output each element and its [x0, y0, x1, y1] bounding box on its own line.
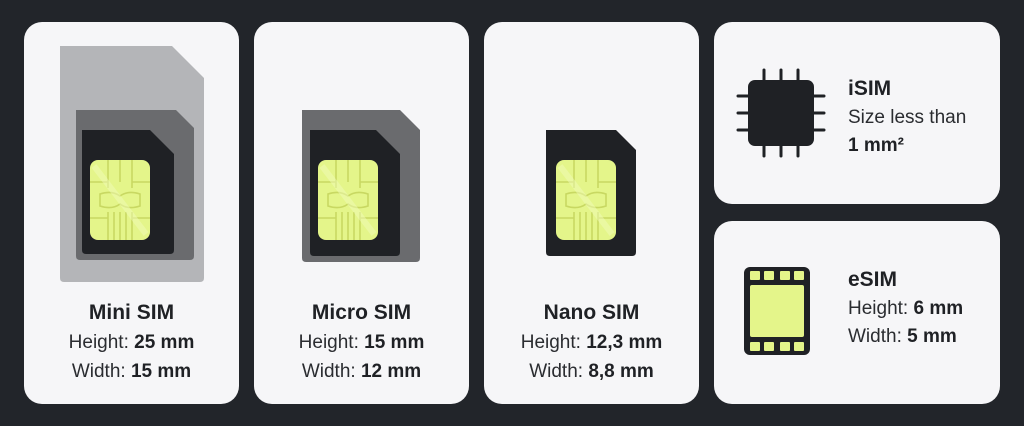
height-label: Height:: [68, 332, 129, 353]
nano-sim-caption: Nano SIM Height: 12,3 mm Width: 8,8 mm: [484, 298, 699, 386]
height-row: Height: 6 mm: [848, 295, 963, 323]
isim-chip-icon: [736, 68, 826, 158]
width-value: 5 mm: [907, 326, 957, 347]
width-label: Width:: [848, 326, 902, 347]
sim-name: Nano SIM: [543, 301, 640, 324]
height-value: 25 mm: [134, 332, 195, 353]
height-row: Height: 12,3 mm: [484, 328, 699, 357]
micro-sim-icon: [302, 110, 420, 262]
height-value: 12,3 mm: [586, 332, 663, 353]
nano-sim-icon: [546, 130, 636, 256]
height-row: Height: 15 mm: [254, 328, 469, 357]
sim-name: Micro SIM: [311, 301, 412, 324]
height-value: 6 mm: [913, 298, 964, 319]
micro-sim-card: Micro SIM Height: 15 mm Width: 12 mm: [254, 22, 469, 404]
width-label: Width:: [529, 361, 584, 382]
sim-name: Mini SIM: [88, 301, 175, 324]
width-label: Width:: [301, 361, 356, 382]
width-value: 12 mm: [360, 361, 422, 382]
esim-chip-icon: [744, 267, 810, 355]
isim-size-value: 1 mm²: [848, 135, 904, 156]
nano-sim-card: Nano SIM Height: 12,3 mm Width: 8,8 mm: [484, 22, 699, 404]
mini-sim-caption: Mini SIM Height: 25 mm Width: 15 mm: [24, 298, 239, 386]
isim-size-value-row: 1 mm²: [848, 132, 966, 160]
esim-text: eSIM Height: 6 mm Width: 5 mm: [848, 265, 963, 351]
isim-name: iSIM: [848, 77, 892, 100]
mini-sim-icon: [60, 46, 204, 282]
height-row: Height: 25 mm: [24, 328, 239, 357]
height-label: Height:: [520, 332, 581, 353]
width-row: Width: 5 mm: [848, 323, 963, 351]
height-label: Height:: [848, 298, 909, 319]
isim-size-line: Size less than: [848, 107, 967, 128]
esim-card: eSIM Height: 6 mm Width: 5 mm: [714, 221, 1000, 404]
isim-text: iSIM Size less than 1 mm²: [848, 74, 966, 160]
width-row: Width: 12 mm: [254, 357, 469, 386]
width-row: Width: 15 mm: [24, 357, 239, 386]
height-label: Height:: [298, 332, 359, 353]
mini-sim-card: Mini SIM Height: 25 mm Width: 15 mm: [24, 22, 239, 404]
esim-name: eSIM: [848, 268, 898, 291]
width-value: 15 mm: [130, 361, 192, 382]
width-row: Width: 8,8 mm: [484, 357, 699, 386]
width-label: Width:: [71, 361, 126, 382]
isim-card: iSIM Size less than 1 mm²: [714, 22, 1000, 204]
width-value: 8,8 mm: [588, 361, 654, 382]
micro-sim-caption: Micro SIM Height: 15 mm Width: 12 mm: [254, 298, 469, 386]
height-value: 15 mm: [364, 332, 425, 353]
